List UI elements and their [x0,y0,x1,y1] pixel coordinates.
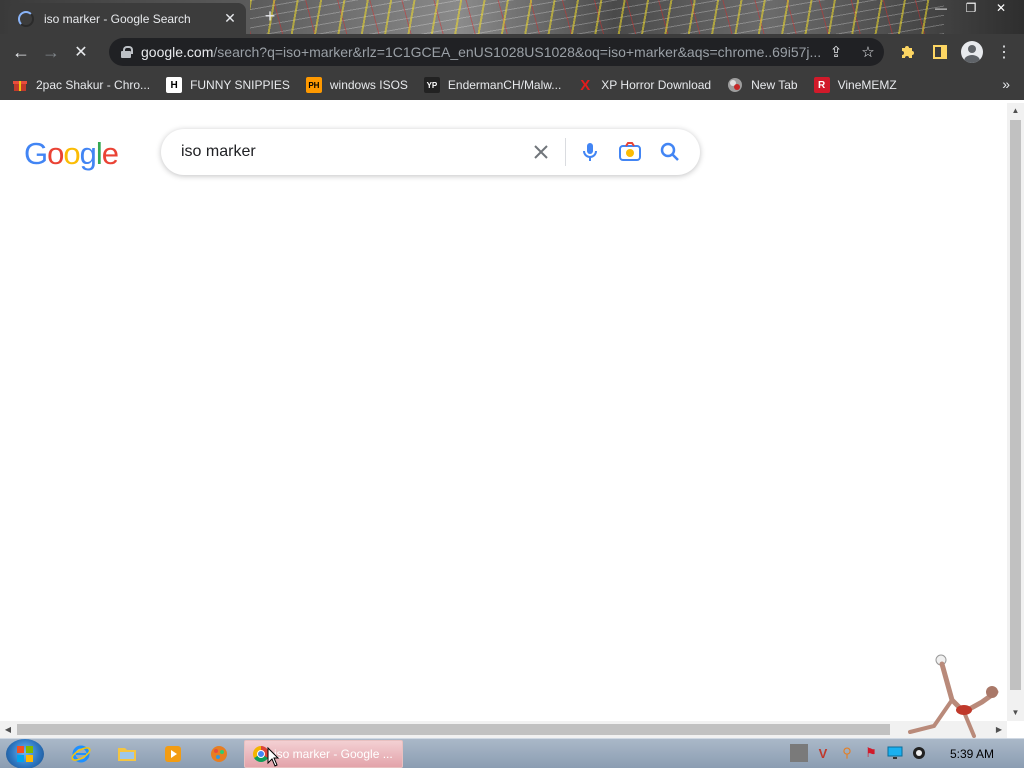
google-logo[interactable]: Google [24,136,119,172]
tray-search-icon[interactable]: ⚲ [838,744,856,762]
search-icon[interactable] [650,132,690,172]
ph-logo-icon: PH [305,77,322,93]
tab-active[interactable]: iso marker - Google Search ✕ [8,3,246,34]
globe-icon [727,77,743,93]
side-panel-icon[interactable] [926,38,954,66]
taskbar: iso marker - Google ... V ⚲ ⚑ 5:39 AM [0,738,1024,768]
microphone-icon[interactable] [570,132,610,172]
r-logo-icon: R [813,77,830,93]
profile-button[interactable] [958,38,986,66]
stop-loading-button[interactable]: ✕ [66,37,96,67]
back-button[interactable]: ← [6,37,36,67]
vertical-scrollbar[interactable]: ▲ ▼ [1007,103,1024,721]
scroll-down-icon[interactable]: ▼ [1007,705,1024,721]
media-player-icon[interactable] [162,743,184,765]
desktop-mascot-figure [908,654,999,738]
bookmark-label: EndermanCH/Malw... [447,78,562,92]
bookmarks-bar: 2pac Shakur - Chro... H FUNNY SNIPPIES P… [0,70,1024,100]
theme-background [250,0,944,34]
minimize-button[interactable]: — [928,0,954,16]
bookmark-label: windows ISOS [329,78,408,92]
extensions-puzzle-icon[interactable] [894,38,922,66]
bookmark-xp-horror[interactable]: X XP Horror Download [577,76,712,94]
mouse-cursor-icon [267,747,279,767]
logo-letter: G [24,136,48,171]
horizontal-scroll-thumb[interactable] [17,724,890,735]
url-host: google.com [141,44,214,60]
tray-network-icon[interactable] [886,744,904,762]
paint-app-icon[interactable] [208,743,230,765]
tab-close-icon[interactable]: ✕ [222,10,238,27]
toolbar-right-actions: ⋮ [894,38,1018,66]
bookmark-2pac[interactable]: 2pac Shakur - Chro... [12,77,150,93]
url-text[interactable]: google.com/search?q=iso+marker&rlz=1C1GC… [141,44,820,60]
taskbar-clock[interactable]: 5:39 AM [950,747,994,761]
file-explorer-icon[interactable] [116,743,138,765]
scroll-left-icon[interactable]: ◀ [0,721,16,738]
scroll-up-icon[interactable]: ▲ [1007,103,1024,119]
page-content: Google iso marker [0,103,1007,721]
vertical-scroll-thumb[interactable] [1010,120,1021,690]
tray-v-icon[interactable]: V [814,744,832,762]
bookmark-label: FUNNY SNIPPIES [190,78,290,92]
loading-spinner-icon [18,10,34,27]
share-icon[interactable]: ⇪ [820,43,852,61]
forward-button[interactable]: → [36,37,66,67]
logo-letter: e [101,136,119,171]
bookmark-label: XP Horror Download [601,78,712,92]
bookmark-star-icon[interactable]: ☆ [852,43,884,61]
logo-letter: o [63,136,80,171]
search-box[interactable]: iso marker [161,129,700,175]
bookmark-new-tab[interactable]: New Tab [727,77,798,93]
x-logo-icon: X [580,76,591,94]
horizontal-scrollbar[interactable]: ◀ ▶ [0,721,1007,738]
tray-flag-icon[interactable]: ⚑ [862,744,880,762]
tray-app-icon[interactable] [790,744,808,762]
url-path: /search?q=iso+marker&rlz=1C1GCEA_enUS102… [213,44,820,60]
title-bar: iso marker - Google Search ✕ + — ❐ ✕ [0,0,1024,34]
bookmarks-overflow-button[interactable]: » [1002,76,1010,92]
avatar [961,41,983,63]
bookmark-funny-snippies[interactable]: H FUNNY SNIPPIES [166,77,290,93]
window-controls: — ❐ ✕ [928,0,1014,16]
bookmark-label: 2pac Shakur - Chro... [36,78,151,92]
search-input[interactable]: iso marker [181,143,521,161]
bookmark-windows-isos[interactable]: PH windows ISOS [305,77,408,93]
close-window-button[interactable]: ✕ [988,0,1014,16]
tray-volume-icon[interactable] [910,744,928,762]
tab-title: iso marker - Google Search [44,11,191,26]
browser-toolbar: ← → ✕ google.com/search?q=iso+marker&rlz… [0,34,1024,70]
clear-icon[interactable] [521,132,561,172]
start-button[interactable] [6,739,44,768]
bookmark-vinememz[interactable]: R VineMEMZ [813,77,897,93]
search-divider [565,138,566,166]
chrome-menu-button[interactable]: ⋮ [990,38,1018,66]
new-tab-button[interactable]: + [260,6,280,27]
address-bar[interactable]: google.com/search?q=iso+marker&rlz=1C1GC… [109,38,884,66]
h-logo-icon: H [166,77,183,93]
bookmark-label: VineMEMZ [837,78,897,92]
lock-icon[interactable] [121,46,133,58]
maximize-button[interactable]: ❐ [958,0,984,16]
bookmark-endermanch[interactable]: YP EndermanCH/Malw... [423,77,562,93]
taskbar-window-label: iso marker - Google ... [274,747,393,761]
logo-letter: o [47,136,64,171]
yp-logo-icon: YP [423,77,440,93]
logo-letter: g [79,136,97,171]
gift-icon [12,77,28,93]
bookmark-label: New Tab [751,78,798,92]
internet-explorer-icon[interactable] [70,743,92,765]
system-tray: V ⚲ ⚑ [790,744,928,762]
camera-lens-icon[interactable] [610,132,650,172]
